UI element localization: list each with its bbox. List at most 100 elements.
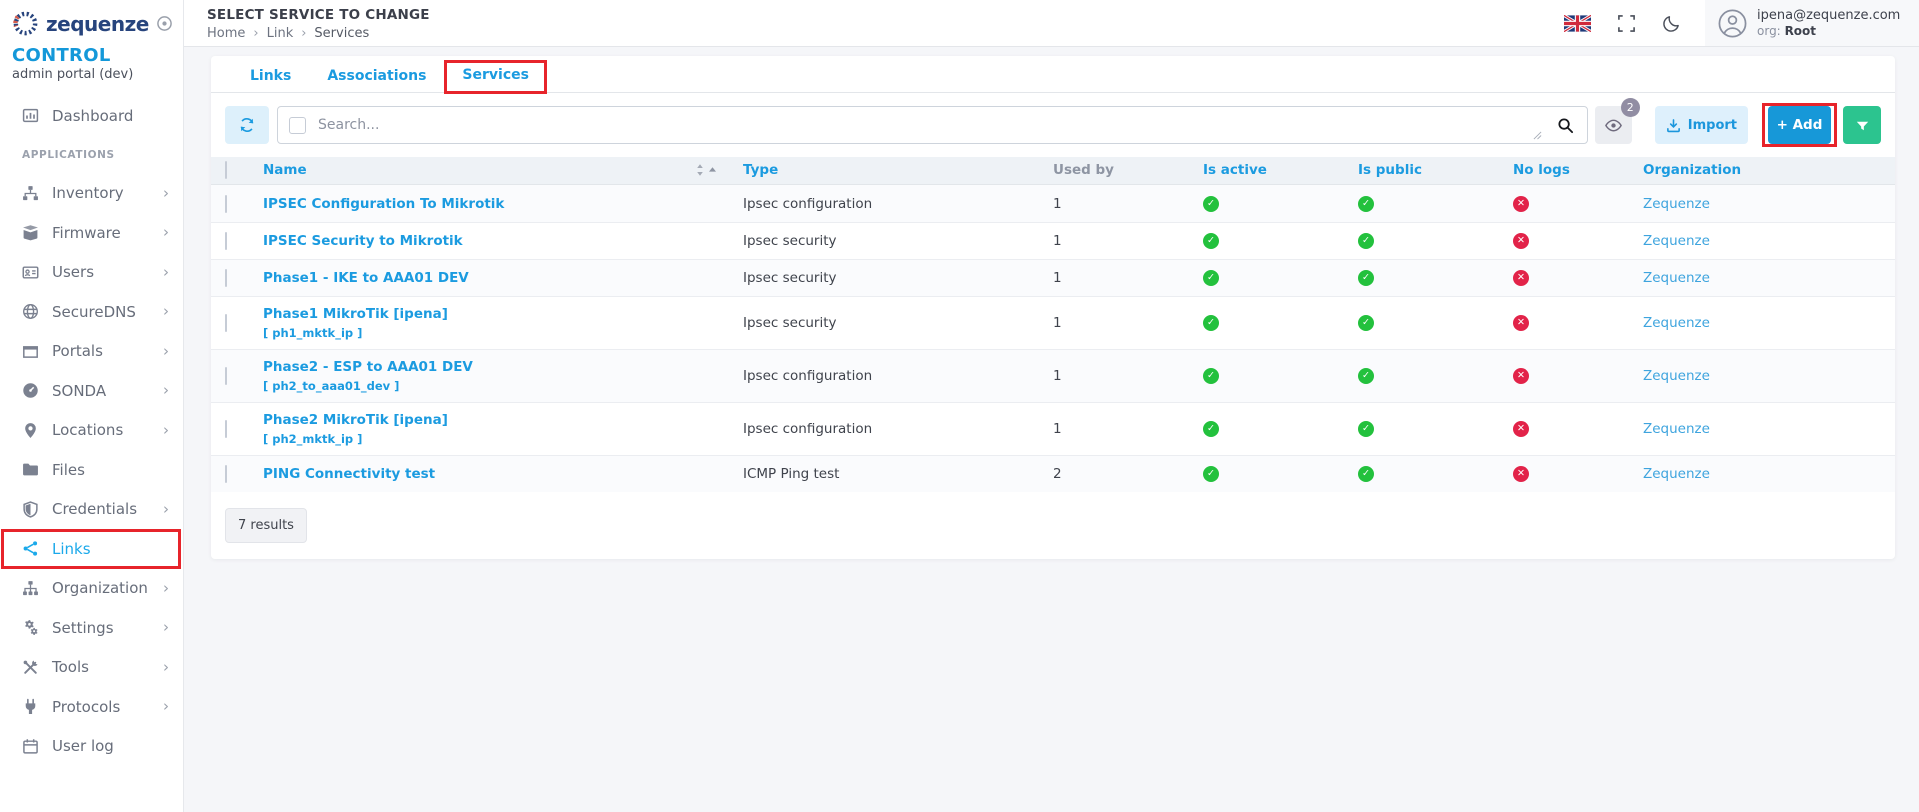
column-header-is-public[interactable]: Is public [1346, 157, 1501, 184]
sidebar-item-label: Organization [52, 579, 148, 597]
import-download-icon [1666, 118, 1681, 133]
cell-used-by: 1 [1041, 233, 1191, 249]
check-circle-icon: ✓ [1203, 196, 1219, 212]
folder-icon [22, 461, 39, 478]
calendar-icon [22, 738, 39, 755]
row-checkbox[interactable] [225, 314, 227, 332]
sidebar-item-users[interactable]: Users› [0, 253, 183, 293]
sidebar-item-protocols[interactable]: Protocols› [0, 687, 183, 727]
service-name-link[interactable]: IPSEC Security to Mikrotik [263, 233, 731, 249]
service-identifier-link[interactable]: [ ph1_mktk_ip ] [263, 326, 731, 340]
sidebar-item-credentials[interactable]: Credentials › [0, 490, 183, 530]
column-header-is-active[interactable]: Is active [1191, 157, 1346, 184]
tab-links[interactable]: Links [237, 61, 304, 92]
check-circle-icon: ✓ [1358, 270, 1374, 286]
sidebar-collapse-icon[interactable] [156, 15, 173, 32]
header-checkbox-cell [211, 157, 251, 184]
column-header-type[interactable]: Type [731, 157, 1041, 184]
column-header-name[interactable]: Name [251, 157, 731, 184]
search-input[interactable] [318, 117, 1545, 133]
cell-used-by: 1 [1041, 368, 1191, 384]
filter-button[interactable] [1843, 106, 1881, 144]
sidebar-item-label: SecureDNS [52, 303, 136, 321]
sidebar-item-files[interactable]: Files [0, 450, 183, 490]
breadcrumb-separator: › [253, 26, 258, 41]
check-circle-icon: ✓ [1358, 421, 1374, 437]
organization-link[interactable]: Zequenze [1643, 270, 1710, 286]
row-checkbox[interactable] [225, 420, 227, 438]
sidebar-item-label: Dashboard [52, 107, 133, 125]
service-name-link[interactable]: PING Connectivity test [263, 466, 731, 482]
sidebar-item-locations[interactable]: Locations› [0, 411, 183, 451]
language-flag-uk-icon[interactable] [1564, 15, 1591, 32]
header-checkbox[interactable] [225, 161, 227, 179]
organization-link[interactable]: Zequenze [1643, 196, 1710, 212]
row-checkbox[interactable] [225, 232, 227, 250]
sidebar-item-inventory[interactable]: Inventory› [0, 174, 183, 214]
select-all-checkbox[interactable] [289, 117, 306, 134]
chart-bar-icon [22, 107, 39, 124]
service-name-link[interactable]: IPSEC Configuration To Mikrotik [263, 196, 731, 212]
breadcrumb-item[interactable]: Home [207, 26, 245, 41]
organization-link[interactable]: Zequenze [1643, 368, 1710, 384]
column-header-no-logs[interactable]: No logs [1501, 157, 1631, 184]
cell-type: ICMP Ping test [731, 466, 1041, 482]
breadcrumb-item[interactable]: Link [267, 26, 294, 41]
search-button[interactable] [1545, 107, 1587, 143]
sidebar-item-user-log[interactable]: User log [0, 727, 183, 767]
sidebar-item-dashboard[interactable]: Dashboard [0, 96, 183, 136]
gears-icon [22, 619, 39, 636]
sidebar-item-links[interactable]: Links [0, 529, 183, 569]
column-header-organization[interactable]: Organization [1631, 157, 1895, 184]
row-checkbox[interactable] [225, 195, 227, 213]
sidebar-item-tools[interactable]: Tools› [0, 648, 183, 688]
add-button[interactable]: + Add [1768, 106, 1831, 144]
sidebar-item-securedns[interactable]: SecureDNS› [0, 292, 183, 332]
sort-icon[interactable] [695, 163, 721, 177]
x-circle-icon: ✕ [1513, 196, 1529, 212]
refresh-button[interactable] [225, 106, 269, 144]
sidebar-item-label: Firmware [52, 224, 121, 242]
organization-link[interactable]: Zequenze [1643, 466, 1710, 482]
chevron-right-icon: › [163, 502, 169, 517]
results-count-badge: 7 results [225, 508, 307, 543]
resize-grip-icon[interactable] [1533, 131, 1542, 140]
chevron-right-icon: › [163, 186, 169, 201]
tab-associations[interactable]: Associations [314, 61, 439, 92]
organization-link[interactable]: Zequenze [1643, 421, 1710, 437]
fullscreen-icon[interactable] [1617, 14, 1636, 33]
service-name-link[interactable]: Phase2 - ESP to AAA01 DEV [263, 359, 731, 375]
service-name-link[interactable]: Phase1 - IKE to AAA01 DEV [263, 270, 731, 286]
dark-mode-moon-icon[interactable] [1662, 14, 1681, 33]
row-checkbox[interactable] [225, 465, 227, 483]
sidebar-item-sonda[interactable]: SONDA› [0, 371, 183, 411]
service-identifier-link[interactable]: [ ph2_mktk_ip ] [263, 432, 731, 446]
tab-services[interactable]: Services [449, 60, 542, 93]
user-menu[interactable]: ipena@zequenze.com org: Root [1705, 0, 1919, 46]
sidebar-item-organization[interactable]: Organization› [0, 569, 183, 609]
cell-checkbox [211, 368, 251, 384]
service-identifier-link[interactable]: [ ph2_to_aaa01_dev ] [263, 379, 731, 393]
service-name-link[interactable]: Phase1 MikroTik [ipena] [263, 306, 731, 322]
sidebar-item-firmware[interactable]: Firmware› [0, 213, 183, 253]
x-circle-icon: ✕ [1513, 233, 1529, 249]
sidebar-item-settings[interactable]: Settings› [0, 608, 183, 648]
organization-link[interactable]: Zequenze [1643, 233, 1710, 249]
x-circle-icon: ✕ [1513, 466, 1529, 482]
row-checkbox[interactable] [225, 269, 227, 287]
cell-is-public: ✓ [1346, 368, 1501, 384]
sidebar-item-label: Credentials [52, 500, 137, 518]
row-checkbox[interactable] [225, 367, 227, 385]
organization-link[interactable]: Zequenze [1643, 315, 1710, 331]
cell-type: Ipsec configuration [731, 196, 1041, 212]
sidebar-item-label: Links [52, 540, 91, 558]
sidebar-item-label: SONDA [52, 382, 106, 400]
import-button[interactable]: Import [1655, 106, 1748, 144]
cell-is-public: ✓ [1346, 233, 1501, 249]
cell-organization: Zequenze [1631, 270, 1895, 286]
chevron-right-icon: › [163, 265, 169, 280]
sidebar-item-label: Portals [52, 342, 103, 360]
table-row: Phase1 - IKE to AAA01 DEVIpsec security1… [211, 259, 1895, 296]
sidebar-item-portals[interactable]: Portals› [0, 332, 183, 372]
service-name-link[interactable]: Phase2 MikroTik [ipena] [263, 412, 731, 428]
